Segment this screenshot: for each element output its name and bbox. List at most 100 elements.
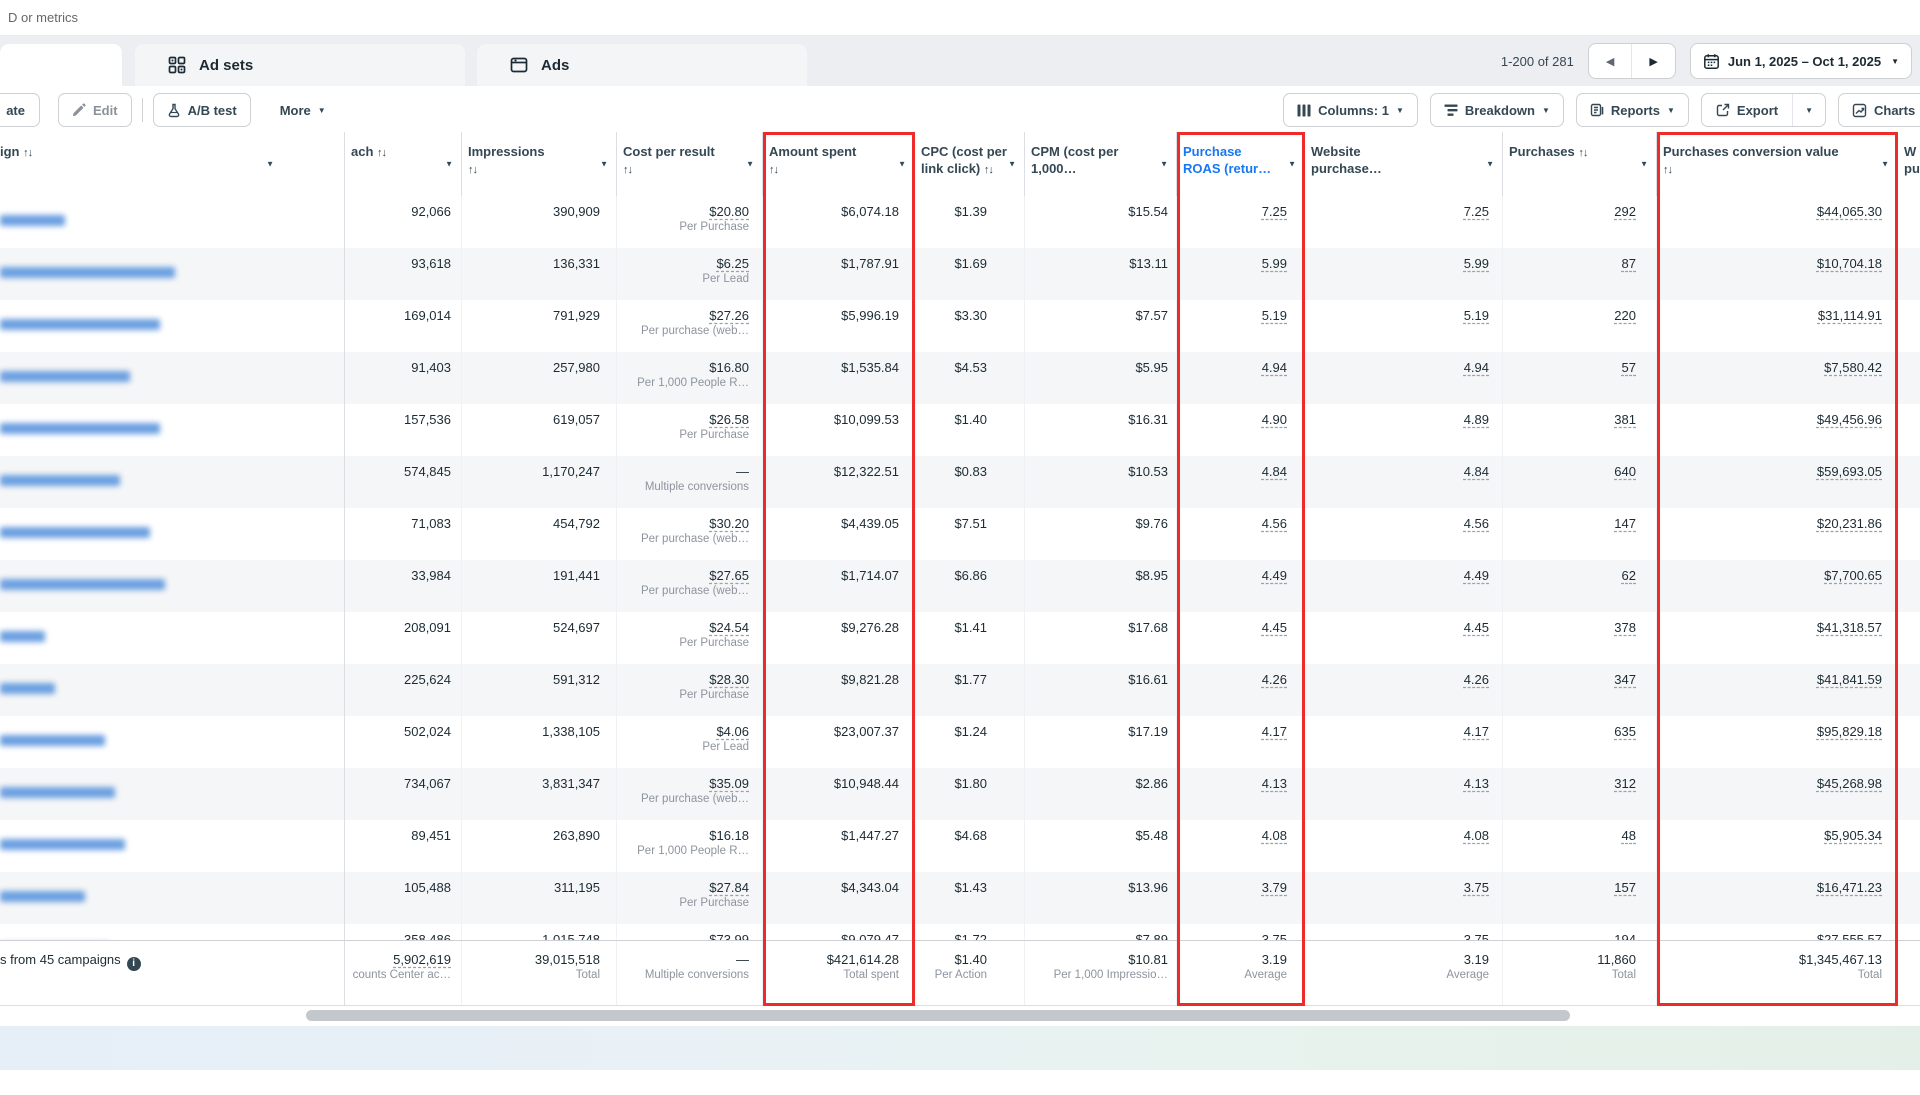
website-value[interactable]: 4.08	[1464, 828, 1489, 843]
chevron-down-icon[interactable]: ▼	[898, 156, 906, 173]
purchases-value[interactable]: 378	[1614, 620, 1636, 635]
roas-value[interactable]: 4.26	[1262, 672, 1287, 687]
campaign-name-redacted[interactable]	[0, 527, 150, 538]
tab-campaigns[interactable]	[0, 44, 122, 86]
roas-value[interactable]: 4.56	[1262, 516, 1287, 531]
website-value[interactable]: 5.99	[1464, 256, 1489, 271]
sort-icon[interactable]: ↑↓	[1663, 164, 1672, 176]
chevron-down-icon[interactable]: ▼	[746, 156, 754, 173]
purchases-value[interactable]: 347	[1614, 672, 1636, 687]
campaign-name-redacted[interactable]	[0, 423, 160, 434]
column-header-purchases_conversion_value[interactable]: Purchases conversion value↑↓▼	[1657, 132, 1898, 196]
more-button[interactable]: More ▼	[267, 93, 339, 127]
sort-icon[interactable]: ↑↓	[1578, 147, 1587, 159]
column-header-cpc[interactable]: CPC (cost perlink click) ↑↓▼	[915, 132, 1025, 196]
campaign-name-redacted[interactable]	[0, 683, 55, 694]
roas-value[interactable]: 4.90	[1262, 412, 1287, 427]
scrollbar-thumb[interactable]	[306, 1010, 1570, 1021]
chevron-down-icon[interactable]: ▼	[1486, 156, 1494, 173]
value-value[interactable]: $20,231.86	[1817, 516, 1882, 531]
search-bar[interactable]: D or metrics	[0, 0, 1920, 36]
value-value[interactable]: $5,905.34	[1824, 828, 1882, 843]
result-value[interactable]: $27.65	[709, 568, 749, 583]
chevron-down-icon[interactable]: ▼	[1008, 156, 1016, 173]
chevron-down-icon[interactable]: ▼	[1640, 156, 1648, 173]
totals-reach-value[interactable]: 5,902,619	[393, 952, 451, 967]
value-value[interactable]: $59,693.05	[1817, 464, 1882, 479]
sort-icon[interactable]: ↑↓	[23, 147, 32, 159]
website-value[interactable]: 4.84	[1464, 464, 1489, 479]
purchases-value[interactable]: 157	[1614, 880, 1636, 895]
reports-button[interactable]: Reports ▼	[1576, 93, 1689, 127]
chevron-down-icon[interactable]: ▼	[1160, 156, 1168, 173]
columns-button[interactable]: Columns: 1 ▼	[1283, 93, 1418, 127]
value-value[interactable]: $27,555.57	[1817, 932, 1882, 940]
roas-value[interactable]: 7.25	[1262, 204, 1287, 219]
campaign-name-redacted[interactable]	[0, 371, 130, 382]
website-value[interactable]: 4.17	[1464, 724, 1489, 739]
sort-icon[interactable]: ↑↓	[377, 147, 386, 159]
campaign-name-cell[interactable]	[0, 508, 345, 560]
roas-value[interactable]: 4.45	[1262, 620, 1287, 635]
search-input-text[interactable]: D or metrics	[8, 10, 78, 25]
roas-value[interactable]: 5.99	[1262, 256, 1287, 271]
campaign-name-cell[interactable]	[0, 716, 345, 768]
value-value[interactable]: $7,580.42	[1824, 360, 1882, 375]
website-value[interactable]: 3.75	[1464, 932, 1489, 940]
purchases-value[interactable]: 62	[1622, 568, 1636, 583]
charts-button[interactable]: Charts	[1838, 93, 1920, 127]
purchases-value[interactable]: 640	[1614, 464, 1636, 479]
campaign-name-redacted[interactable]	[0, 787, 115, 798]
value-value[interactable]: $7,700.65	[1824, 568, 1882, 583]
campaign-name-cell[interactable]	[0, 768, 345, 820]
result-value[interactable]: $6.25	[716, 256, 749, 271]
sort-icon[interactable]: ↑↓	[769, 164, 778, 176]
prev-page-button[interactable]: ◀	[1589, 44, 1632, 78]
export-options-button[interactable]: ▼	[1792, 94, 1825, 126]
value-value[interactable]: $45,268.98	[1817, 776, 1882, 791]
chevron-down-icon[interactable]: ▼	[266, 156, 274, 173]
result-value[interactable]: $35.09	[709, 776, 749, 791]
chevron-down-icon[interactable]: ▼	[445, 156, 453, 173]
result-value[interactable]: $27.26	[709, 308, 749, 323]
campaign-name-cell[interactable]	[0, 820, 345, 872]
value-value[interactable]: $10,704.18	[1817, 256, 1882, 271]
value-value[interactable]: $16,471.23	[1817, 880, 1882, 895]
value-value[interactable]: $44,065.30	[1817, 204, 1882, 219]
campaign-name-cell[interactable]	[0, 612, 345, 664]
roas-value[interactable]: 4.84	[1262, 464, 1287, 479]
campaign-name-cell[interactable]	[0, 664, 345, 716]
purchases-value[interactable]: 147	[1614, 516, 1636, 531]
roas-value[interactable]: 5.19	[1262, 308, 1287, 323]
result-value[interactable]: $73.99	[709, 932, 749, 940]
column-header-impressions[interactable]: Impressions↑↓▼	[462, 132, 617, 196]
campaign-name-cell[interactable]	[0, 456, 345, 508]
campaign-name-redacted[interactable]	[0, 475, 120, 486]
result-value[interactable]: $24.54	[709, 620, 749, 635]
campaign-name-redacted[interactable]	[0, 215, 65, 226]
website-value[interactable]: 3.75	[1464, 880, 1489, 895]
tab-ads[interactable]: Ads	[477, 44, 807, 86]
website-value[interactable]: 4.49	[1464, 568, 1489, 583]
value-value[interactable]: $41,318.57	[1817, 620, 1882, 635]
purchases-value[interactable]: 635	[1614, 724, 1636, 739]
chevron-down-icon[interactable]: ▼	[600, 156, 608, 173]
breakdown-button[interactable]: Breakdown ▼	[1430, 93, 1564, 127]
result-value[interactable]: $4.06	[716, 724, 749, 739]
website-value[interactable]: 4.13	[1464, 776, 1489, 791]
campaign-name-cell[interactable]	[0, 404, 345, 456]
campaign-name-redacted[interactable]	[0, 631, 45, 642]
value-value[interactable]: $41,841.59	[1817, 672, 1882, 687]
website-value[interactable]: 4.89	[1464, 412, 1489, 427]
clipped-left-button[interactable]: ate	[0, 93, 40, 127]
next-page-button[interactable]: ▶	[1631, 44, 1675, 78]
purchases-value[interactable]: 292	[1614, 204, 1636, 219]
purchases-value[interactable]: 220	[1614, 308, 1636, 323]
column-header-cpm[interactable]: CPM (cost per1,000…▼	[1025, 132, 1177, 196]
chevron-down-icon[interactable]: ▼	[1288, 156, 1296, 173]
website-value[interactable]: 4.45	[1464, 620, 1489, 635]
purchases-value[interactable]: 87	[1622, 256, 1636, 271]
campaign-name-cell[interactable]	[0, 560, 345, 612]
purchases-value[interactable]: 381	[1614, 412, 1636, 427]
purchases-value[interactable]: 57	[1622, 360, 1636, 375]
